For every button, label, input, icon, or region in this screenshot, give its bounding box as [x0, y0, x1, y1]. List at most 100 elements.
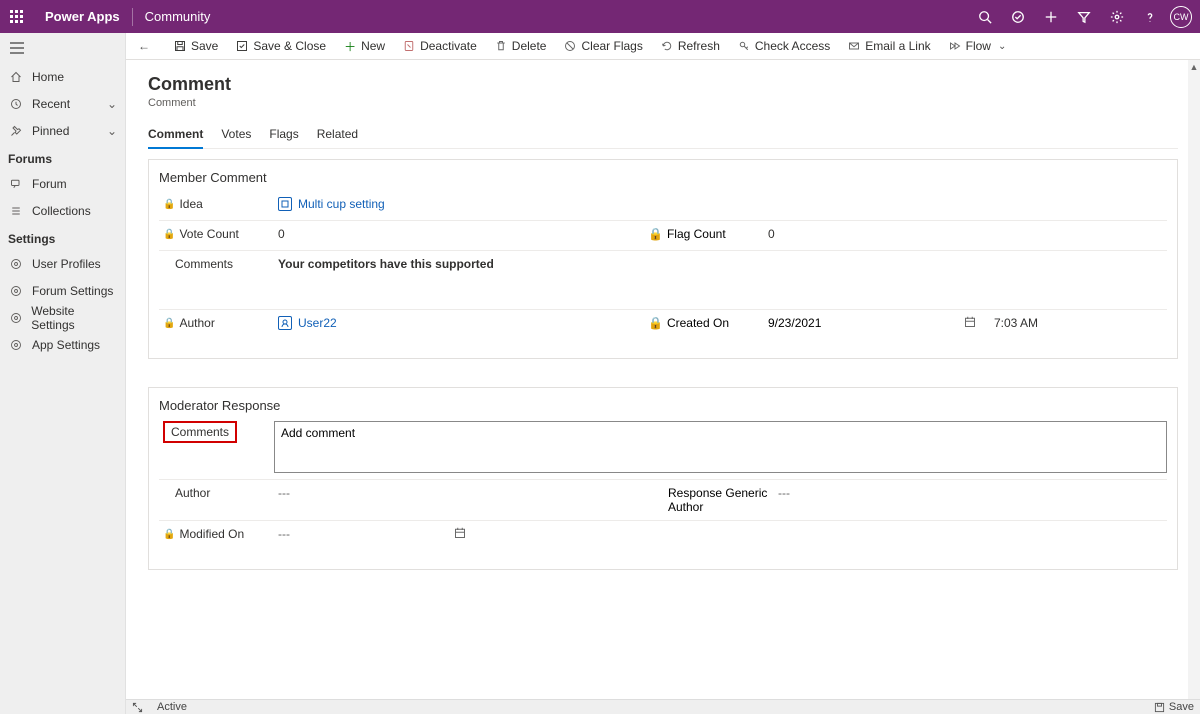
- user-avatar[interactable]: CW: [1170, 6, 1192, 28]
- field-vote-flag: 🔒Vote Count 0 🔒Flag Count 0: [159, 221, 1167, 251]
- lock-icon: 🔒: [163, 318, 175, 329]
- idea-value[interactable]: Multi cup setting: [274, 191, 1167, 217]
- clear-flags-button[interactable]: Clear Flags: [556, 33, 650, 59]
- page-subtitle: Comment: [148, 97, 1178, 109]
- refresh-button[interactable]: Refresh: [653, 33, 728, 59]
- deactivate-button[interactable]: Deactivate: [395, 33, 485, 59]
- nav-group-settings: Settings: [0, 224, 125, 250]
- save-button[interactable]: Save: [166, 33, 226, 59]
- delete-label: Delete: [512, 39, 547, 53]
- footer-save-label: Save: [1169, 701, 1194, 713]
- section-moderator-response: Moderator Response Comments Author --- R…: [148, 387, 1178, 570]
- nav-forum-settings[interactable]: Forum Settings: [0, 277, 125, 304]
- idea-link-text: Multi cup setting: [298, 197, 385, 211]
- filter-icon[interactable]: [1067, 10, 1100, 24]
- mod-generic-value: ---: [778, 486, 790, 500]
- chevron-down-icon: ⌄: [107, 124, 117, 138]
- nav-collections[interactable]: Collections: [0, 197, 125, 224]
- nav-website-settings[interactable]: Website Settings: [0, 304, 125, 331]
- back-button[interactable]: ←: [132, 33, 156, 59]
- gear-icon: [8, 312, 23, 324]
- block-icon: [564, 40, 576, 52]
- nav-home[interactable]: Home: [0, 63, 125, 90]
- mod-author-label: Author: [175, 486, 210, 500]
- brand-label: Power Apps: [33, 8, 133, 26]
- gear-icon: [8, 339, 24, 351]
- add-icon[interactable]: [1034, 10, 1067, 24]
- nav-collections-label: Collections: [32, 204, 91, 218]
- comments-label: Comments: [175, 257, 233, 271]
- highlight-comments-label: Comments: [163, 421, 237, 443]
- field-mod-author: Author --- Response Generic Author ---: [159, 480, 1167, 521]
- nav-app-settings[interactable]: App Settings: [0, 331, 125, 358]
- app-launcher-icon[interactable]: [0, 10, 33, 24]
- settings-icon[interactable]: [1100, 10, 1133, 24]
- tab-votes[interactable]: Votes: [221, 123, 251, 148]
- tab-related[interactable]: Related: [317, 123, 358, 148]
- new-button[interactable]: ＋New: [336, 33, 393, 59]
- lock-icon: 🔒: [648, 227, 663, 241]
- save-close-button[interactable]: Save & Close: [228, 33, 334, 59]
- page-title: Comment: [148, 74, 1178, 95]
- nav-group-forums: Forums: [0, 144, 125, 170]
- help-icon[interactable]: [1133, 10, 1166, 24]
- nav-pinned[interactable]: Pinned ⌄: [0, 117, 125, 144]
- chevron-down-icon: ⌄: [107, 97, 117, 111]
- expand-icon[interactable]: [132, 702, 143, 713]
- mod-comments-input[interactable]: [274, 421, 1167, 473]
- footer-save-button[interactable]: Save: [1154, 701, 1194, 713]
- field-mod-modified: 🔒Modified On ---: [159, 521, 1167, 551]
- mod-author-value: ---: [278, 486, 290, 500]
- nav-recent[interactable]: Recent ⌄: [0, 90, 125, 117]
- vote-value: 0: [278, 227, 285, 241]
- left-sidebar: Home Recent ⌄ Pinned ⌄ Forums Forum Coll…: [0, 33, 126, 714]
- save-close-label: Save & Close: [253, 39, 326, 53]
- clear-flags-label: Clear Flags: [581, 39, 642, 53]
- environment-label[interactable]: Community: [133, 9, 223, 24]
- created-time: 7:03 AM: [994, 316, 1038, 330]
- calendar-icon[interactable]: [454, 521, 466, 539]
- tab-flags[interactable]: Flags: [269, 123, 298, 148]
- delete-button[interactable]: Delete: [487, 33, 555, 59]
- scroll-up-icon[interactable]: ▲: [1188, 60, 1200, 74]
- nav-forum-label: Forum: [32, 177, 67, 191]
- forum-icon: [8, 178, 24, 190]
- vertical-scrollbar[interactable]: ▲: [1188, 60, 1200, 699]
- vote-label: Vote Count: [179, 227, 238, 241]
- lock-icon: 🔒: [163, 229, 175, 240]
- search-icon[interactable]: [968, 10, 1001, 24]
- email-link-label: Email a Link: [865, 39, 930, 53]
- list-icon: [8, 205, 24, 217]
- deactivate-label: Deactivate: [420, 39, 477, 53]
- nav-app-settings-label: App Settings: [32, 338, 100, 352]
- save-label: Save: [191, 39, 218, 53]
- clock-icon: [8, 98, 24, 110]
- nav-user-profiles-label: User Profiles: [32, 257, 101, 271]
- flow-label: Flow: [966, 39, 991, 53]
- author-link-text: User22: [298, 316, 337, 330]
- nav-forum[interactable]: Forum: [0, 170, 125, 197]
- comments-value: Your competitors have this supported: [278, 257, 494, 271]
- field-comments: Comments Your competitors have this supp…: [159, 251, 1167, 310]
- field-mod-comments: Comments: [159, 419, 1167, 480]
- new-label: New: [361, 39, 385, 53]
- email-link-button[interactable]: Email a Link: [840, 33, 938, 59]
- author-value[interactable]: User22: [274, 310, 644, 336]
- key-icon: [738, 40, 750, 52]
- tab-comment[interactable]: Comment: [148, 123, 203, 149]
- trash-icon: [495, 40, 507, 52]
- nav-recent-label: Recent: [32, 97, 70, 111]
- flag-value: 0: [768, 227, 775, 241]
- lock-icon: 🔒: [163, 529, 175, 540]
- refresh-icon: [661, 40, 673, 52]
- check-access-button[interactable]: Check Access: [730, 33, 838, 59]
- created-date: 9/23/2021: [768, 316, 821, 330]
- hamburger-icon[interactable]: [0, 33, 125, 63]
- mod-generic-label: Response Generic Author: [668, 486, 770, 514]
- flow-button[interactable]: Flow⌄: [941, 33, 1015, 59]
- home-icon: [8, 71, 24, 83]
- nav-user-profiles[interactable]: User Profiles: [0, 250, 125, 277]
- form-tabs: Comment Votes Flags Related: [148, 123, 1178, 149]
- task-icon[interactable]: [1001, 10, 1034, 24]
- calendar-icon[interactable]: [964, 310, 990, 328]
